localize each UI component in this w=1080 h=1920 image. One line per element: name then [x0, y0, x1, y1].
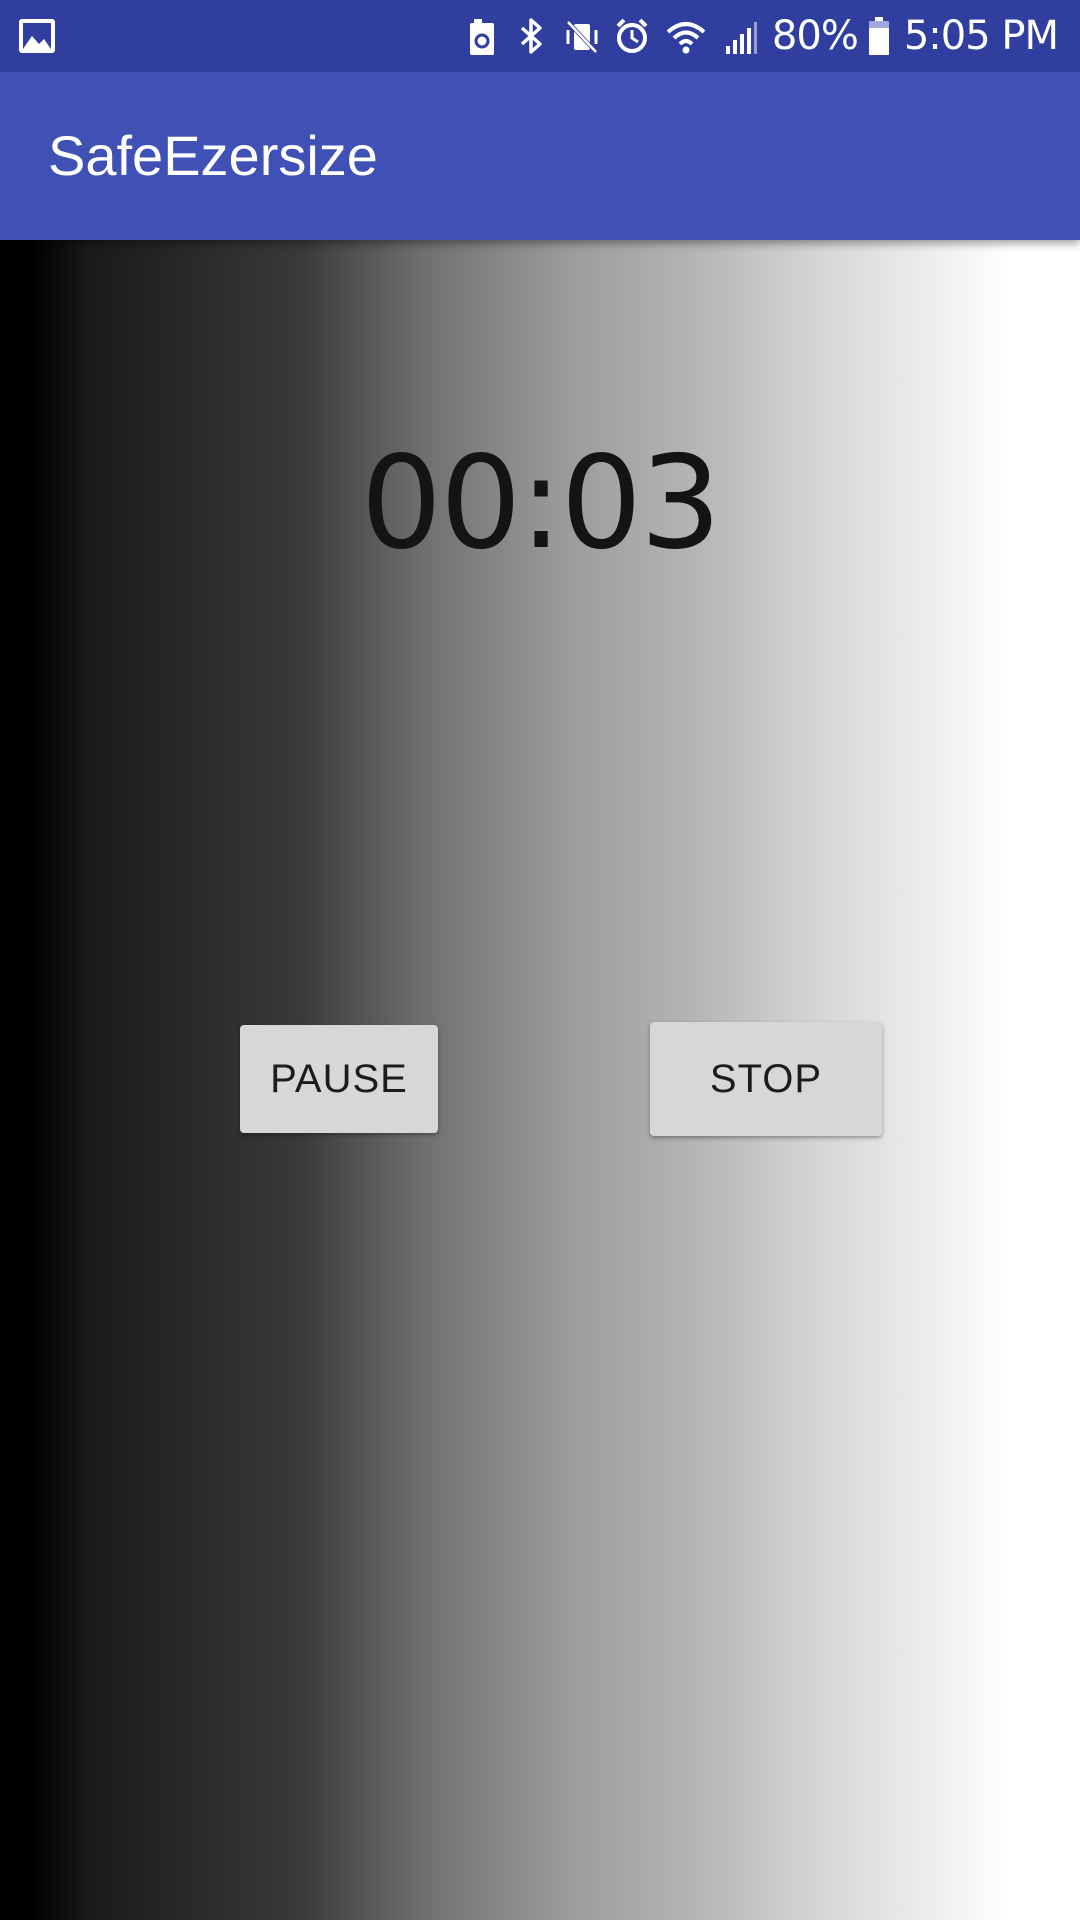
cell-signal-icon — [722, 16, 758, 56]
bluetooth-icon — [514, 16, 550, 56]
workout-panel: 00:03 PAUSE STOP — [0, 240, 1080, 1920]
screen: 80% 5:05 PM SafeEzersize 00:03 PAUSE STO… — [0, 0, 1080, 1920]
wifi-icon — [664, 16, 708, 56]
vibrate-icon — [564, 16, 600, 56]
battery-icon — [868, 16, 890, 56]
status-bar: 80% 5:05 PM — [0, 0, 1080, 72]
gallery-icon — [18, 18, 56, 54]
alarm-icon — [614, 16, 650, 56]
battery-percent: 80% — [771, 13, 859, 59]
status-icons: 80% 5:05 PM — [464, 0, 1059, 72]
stop-button[interactable]: STOP — [650, 1022, 882, 1136]
battery-saver-icon — [464, 16, 500, 56]
app-bar: SafeEzersize — [0, 72, 1080, 240]
timer-display: 00:03 — [360, 429, 722, 578]
clock: 5:05 PM — [903, 13, 1059, 59]
app-title: SafeEzersize — [48, 124, 378, 187]
pause-button[interactable]: PAUSE — [240, 1025, 438, 1133]
